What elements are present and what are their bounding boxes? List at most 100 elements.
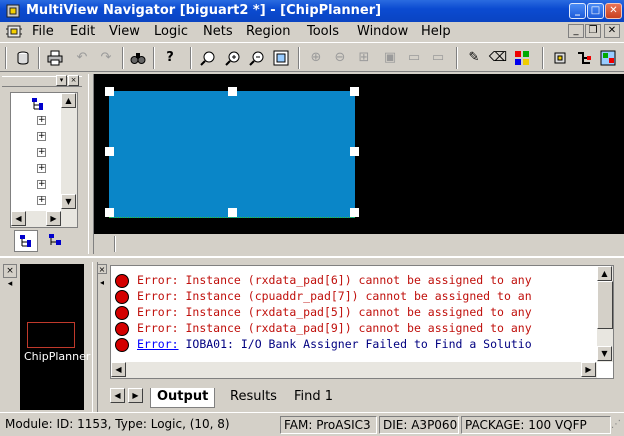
close-icon[interactable]: × <box>68 75 79 86</box>
resize-handle[interactable] <box>105 208 114 217</box>
toolbar-grip <box>5 47 7 69</box>
minimize-button[interactable]: _ <box>569 3 586 19</box>
find-icon[interactable] <box>128 48 148 68</box>
resize-handle[interactable] <box>350 87 359 96</box>
region-edit-icon[interactable]: ▭ <box>428 48 448 68</box>
chip-canvas[interactable] <box>94 74 624 234</box>
close-icon[interactable]: × <box>97 264 107 274</box>
pencil-icon[interactable]: ✎ <box>464 48 484 68</box>
undo-icon[interactable]: ↶ <box>72 48 92 68</box>
close-button[interactable]: ✕ <box>605 3 622 19</box>
menu-help[interactable]: Help <box>421 24 451 39</box>
tree-view[interactable]: + + + + + + ▲ ▼ ◀ ▶ <box>10 92 78 228</box>
net-icon[interactable] <box>574 48 594 68</box>
resize-handle[interactable] <box>350 208 359 217</box>
error-icon <box>115 274 129 288</box>
toolbar-separator <box>456 47 458 69</box>
ports-icon <box>49 234 61 245</box>
output-log[interactable]: Error: Instance (rxdata_pad[6]) cannot b… <box>110 265 614 379</box>
zoom-out-icon[interactable] <box>247 48 267 68</box>
tab-scroll-right-icon[interactable]: ▶ <box>128 388 143 403</box>
title-bar: MultiView Navigator [biguart2 *] - [Chip… <box>0 0 624 22</box>
scroll-left-icon[interactable]: ◀ <box>111 362 126 377</box>
menu-file[interactable]: File <box>32 24 54 39</box>
resize-handle[interactable] <box>228 208 237 217</box>
move-icon[interactable]: ⊞ <box>354 48 374 68</box>
hierarchy-tab[interactable] <box>14 230 38 252</box>
mdi-restore-button[interactable]: ❐ <box>585 24 601 38</box>
menu-window[interactable]: Window <box>357 24 408 39</box>
save-icon[interactable] <box>13 48 33 68</box>
tree-expand-icon[interactable]: + <box>37 164 46 173</box>
log-message: Error: Instance (rxdata_pad[9]) cannot b… <box>137 321 532 335</box>
tree-expand-icon[interactable]: + <box>37 148 46 157</box>
scroll-up-icon[interactable]: ▲ <box>597 266 612 281</box>
resize-handle[interactable] <box>105 87 114 96</box>
ports-tab[interactable] <box>44 230 68 252</box>
resize-handle[interactable] <box>350 147 359 156</box>
tree-expand-icon[interactable]: + <box>37 132 46 141</box>
help-icon[interactable]: ? <box>160 48 180 68</box>
region-icon[interactable]: ▭ <box>404 48 424 68</box>
maximize-button[interactable]: □ <box>587 3 604 19</box>
error-icon <box>115 306 129 320</box>
status-family: FAM: ProASIC3 <box>280 416 377 434</box>
window-title: MultiView Navigator [biguart2 *] - [Chip… <box>26 3 382 18</box>
toolbar-separator <box>542 47 544 69</box>
scroll-right-icon[interactable]: ▶ <box>581 362 596 377</box>
resize-handle[interactable] <box>228 87 237 96</box>
scroll-down-icon[interactable]: ▼ <box>597 346 612 361</box>
minimap[interactable]: ChipPlanner <box>20 264 90 410</box>
divider <box>114 236 116 252</box>
tab-find-1[interactable]: Find 1 <box>288 388 339 408</box>
log-message: Error: Instance (rxdata_pad[6]) cannot b… <box>137 273 532 287</box>
layout-icon[interactable] <box>598 48 618 68</box>
menu-view[interactable]: View <box>109 24 140 39</box>
scroll-thumb[interactable] <box>597 281 613 329</box>
toolbar-separator <box>38 47 40 69</box>
scroll-left-icon[interactable]: ◀ <box>11 211 26 226</box>
unassign-icon[interactable]: ⊖ <box>330 48 350 68</box>
scroll-up-icon[interactable]: ▲ <box>61 93 76 108</box>
color-icon[interactable] <box>512 48 532 68</box>
zoom-box-icon[interactable] <box>271 48 291 68</box>
chevron-left-icon[interactable]: ◂ <box>97 278 107 288</box>
resize-grip-icon[interactable]: ⋰ <box>611 419 623 435</box>
chevron-left-icon[interactable]: ◂ <box>3 278 17 292</box>
error-link[interactable]: Error: <box>137 337 179 351</box>
lock-icon[interactable]: ▣ <box>380 48 400 68</box>
resize-handle[interactable] <box>105 147 114 156</box>
tab-output[interactable]: Output <box>150 388 216 408</box>
menu-bar: File Edit View Logic Nets Region Tools W… <box>0 22 624 41</box>
menu-edit[interactable]: Edit <box>70 24 95 39</box>
menu-nets[interactable]: Nets <box>203 24 233 39</box>
tree-expand-icon[interactable]: + <box>37 116 46 125</box>
minimap-label: ChipPlanner <box>24 350 91 363</box>
minimap-viewport[interactable] <box>27 322 75 348</box>
chevron-down-icon[interactable]: ▾ <box>56 75 67 86</box>
menu-logic[interactable]: Logic <box>154 24 188 39</box>
zoom-fit-icon[interactable] <box>198 48 218 68</box>
mdi-minimize-button[interactable]: _ <box>568 24 584 38</box>
close-icon[interactable]: × <box>3 264 17 278</box>
tree-expand-icon[interactable]: + <box>37 196 46 205</box>
tree-expand-icon[interactable]: + <box>37 180 46 189</box>
chip-icon[interactable] <box>550 48 570 68</box>
mdi-close-button[interactable]: ✕ <box>604 24 620 38</box>
log-message: Error: IOBA01: I/O Bank Assigner Failed … <box>137 337 532 351</box>
print-icon[interactable] <box>45 48 65 68</box>
eraser-icon[interactable]: ⌫ <box>488 48 508 68</box>
scroll-right-icon[interactable]: ▶ <box>46 211 61 226</box>
output-hscrollbar[interactable] <box>111 362 597 378</box>
menu-tools[interactable]: Tools <box>307 24 339 39</box>
chip-planner-icon[interactable] <box>6 24 22 39</box>
menu-region[interactable]: Region <box>246 24 291 39</box>
tab-scroll-left-icon[interactable]: ◀ <box>110 388 125 403</box>
zoom-in-icon[interactable] <box>223 48 243 68</box>
scroll-down-icon[interactable]: ▼ <box>61 194 76 209</box>
hierarchy-root-icon[interactable] <box>31 97 45 111</box>
selected-block[interactable] <box>109 91 355 218</box>
assign-icon[interactable]: ⊕ <box>306 48 326 68</box>
tab-results[interactable]: Results <box>224 388 283 408</box>
redo-icon[interactable]: ↷ <box>96 48 116 68</box>
